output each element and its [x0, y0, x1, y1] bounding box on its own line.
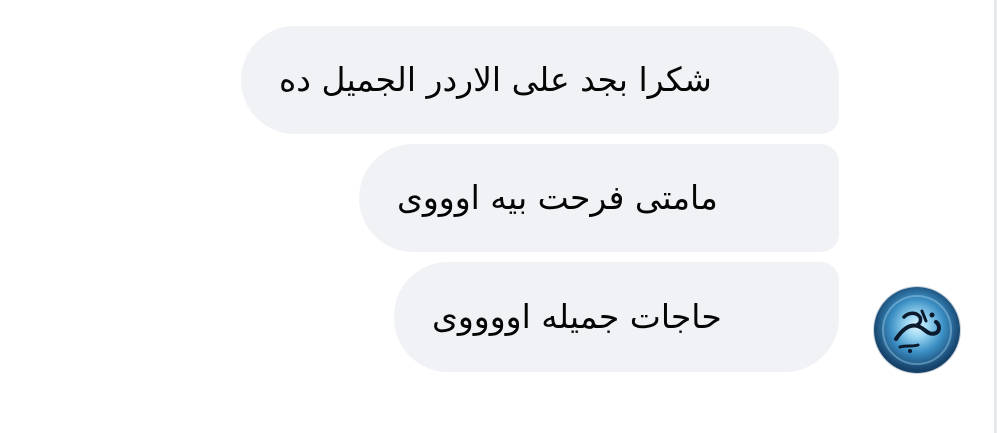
message-bubble[interactable]: شكرا بجد على الاردر الجميل ده [241, 26, 839, 134]
message-bubble[interactable]: حاجات جميله اووووى [394, 262, 839, 372]
message-text: شكرا بجد على الاردر الجميل ده [279, 60, 712, 99]
sender-avatar[interactable] [874, 287, 960, 373]
calligraphy-avatar-icon [882, 295, 952, 365]
message-text: حاجات جميله اووووى [432, 297, 722, 336]
message-text: مامتى فرحت بيه اوووى [397, 178, 718, 217]
message-bubble[interactable]: مامتى فرحت بيه اوووى [359, 144, 839, 252]
